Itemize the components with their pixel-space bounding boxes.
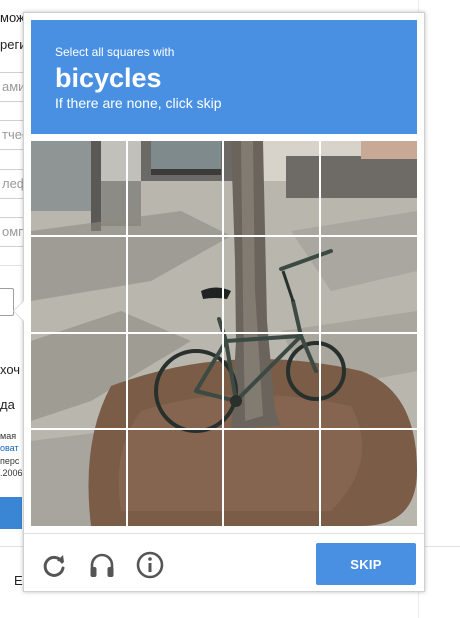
reload-button[interactable] <box>39 550 69 580</box>
grid-tile-r3c4[interactable] <box>320 334 417 430</box>
grid-tile-r4c1[interactable] <box>31 429 128 526</box>
skip-button[interactable]: SKIP <box>316 543 416 585</box>
bg-small-3: .2006 <box>0 468 23 478</box>
skip-hint: If there are none, click skip <box>55 95 222 111</box>
bg-divider-short <box>0 265 22 266</box>
reload-icon <box>43 555 65 577</box>
bg-text-3: хоч <box>0 362 20 377</box>
bg-option-2-label: да <box>0 397 15 412</box>
audio-button[interactable] <box>87 550 117 580</box>
grid-tile-r4c2[interactable] <box>128 429 224 526</box>
grid-tile-r1c2[interactable] <box>127 141 224 238</box>
bg-text-1: мож <box>0 10 25 25</box>
grid-tile-r1c1[interactable] <box>31 141 128 238</box>
bg-small-1: мая <box>0 431 17 441</box>
bg-small-2: перс <box>0 456 20 466</box>
bg-checkbox[interactable] <box>0 288 14 316</box>
grid-tile-r3c2[interactable] <box>127 333 224 430</box>
grid-tile-r4c4[interactable] <box>321 430 418 526</box>
bg-option-1-label: хоч <box>0 362 21 377</box>
grid-tile-r4c3[interactable] <box>224 429 321 526</box>
captcha-dialog: Select all squares with bicycles If ther… <box>13 12 425 592</box>
bg-text-4: да <box>0 397 15 412</box>
bg-submit-button[interactable] <box>0 497 22 529</box>
footer-divider <box>24 533 424 534</box>
grid-tile-r1c4[interactable] <box>320 141 417 238</box>
bg-bottom-text: Е <box>14 573 23 588</box>
grid-tile-r1c3[interactable] <box>224 141 321 238</box>
target-keyword: bicycles <box>55 63 162 93</box>
info-icon <box>136 551 164 579</box>
captcha-header: Select all squares with bicycles If ther… <box>31 20 417 134</box>
grid-tile-r2c1[interactable] <box>31 237 128 334</box>
image-grid <box>31 141 417 526</box>
dialog-pointer-inner <box>14 301 24 321</box>
headphones-icon <box>90 553 114 577</box>
grid-tile-r2c4[interactable] <box>320 237 417 334</box>
grid-tile-r3c1[interactable] <box>31 333 128 430</box>
info-button[interactable] <box>135 550 165 580</box>
tile-grid <box>31 141 417 526</box>
instruction-text: Select all squares with <box>55 45 175 59</box>
grid-tile-r2c3[interactable] <box>224 237 321 334</box>
bg-link[interactable]: оват <box>0 443 19 453</box>
grid-tile-r3c3[interactable] <box>224 333 321 430</box>
grid-tile-r2c2[interactable] <box>127 237 224 334</box>
